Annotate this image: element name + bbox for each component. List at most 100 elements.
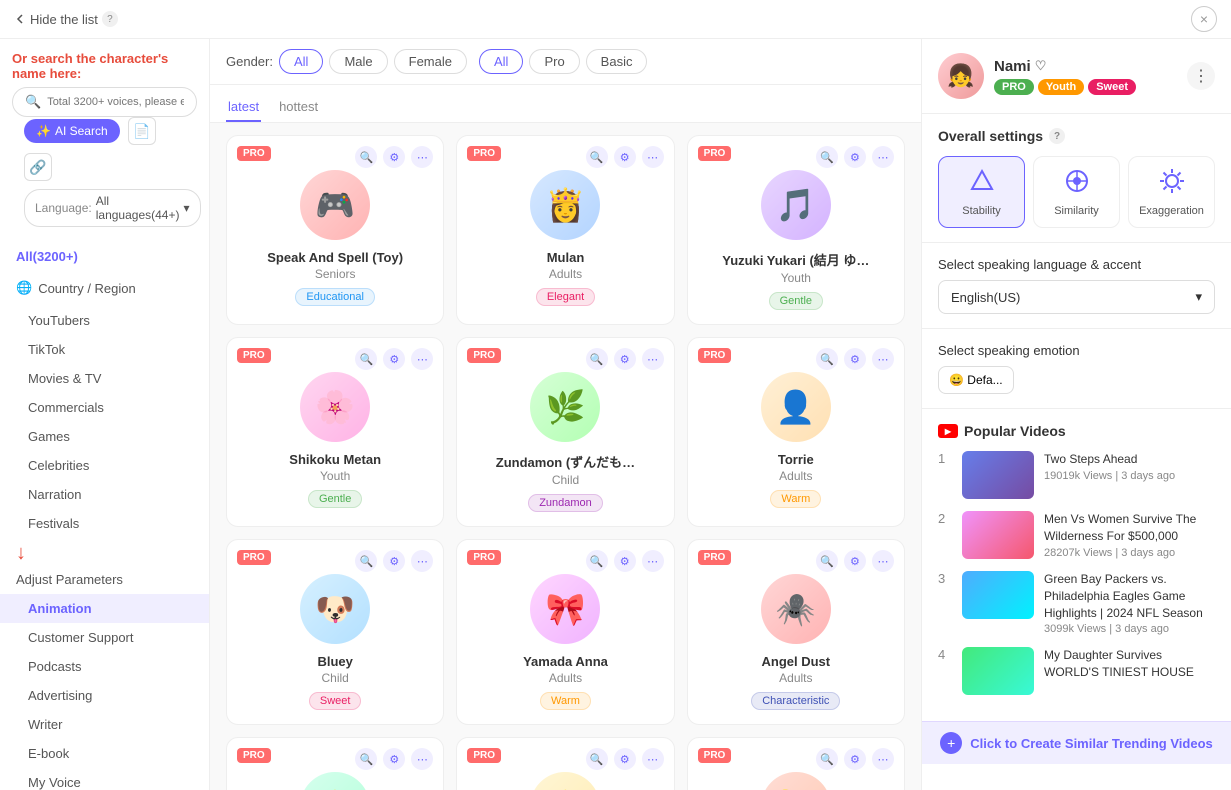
gender-male-btn[interactable]: Male (329, 49, 387, 74)
sidebar-item-animation[interactable]: Animation (0, 594, 209, 623)
search-voice-icon[interactable]: 🔍 (816, 748, 838, 770)
tab-hottest[interactable]: hottest (277, 93, 320, 122)
search-voice-icon[interactable]: 🔍 (355, 146, 377, 168)
language-dropdown[interactable]: English(US) ▾ (938, 280, 1215, 314)
settings-voice-icon[interactable]: ⚙ (383, 550, 405, 572)
pro-tag: PRO (994, 79, 1034, 95)
more-voice-icon[interactable]: ⋯ (872, 348, 894, 370)
stability-option[interactable]: Stability (938, 156, 1025, 228)
settings-help-icon[interactable]: ? (1049, 128, 1065, 144)
more-voice-icon[interactable]: ⋯ (642, 748, 664, 770)
more-voice-icon[interactable]: ⋯ (872, 748, 894, 770)
search-voice-icon[interactable]: 🔍 (816, 146, 838, 168)
video-item[interactable]: 4 My Daughter Survives WORLD'S TINIEST H… (938, 647, 1215, 695)
sidebar-item-commercials[interactable]: Commercials (0, 393, 209, 422)
video-item[interactable]: 1 Two Steps Ahead 19019k Views | 3 days … (938, 451, 1215, 499)
settings-voice-icon[interactable]: ⚙ (383, 146, 405, 168)
settings-voice-icon[interactable]: ⚙ (844, 146, 866, 168)
more-voice-icon[interactable]: ⋯ (411, 146, 433, 168)
voice-card[interactable]: PRO 🔍 ⚙ ⋯ 🎵 Yuzuki Yukari (結月 ゆ… Youth G… (687, 135, 905, 325)
search-voice-icon[interactable]: 🔍 (816, 550, 838, 572)
settings-voice-icon[interactable]: ⚙ (614, 550, 636, 572)
sidebar-country-header[interactable]: 🌐 Country / Region (0, 274, 209, 302)
sidebar-item-games[interactable]: Games (0, 422, 209, 451)
search-voice-icon[interactable]: 🔍 (586, 146, 608, 168)
settings-voice-icon[interactable]: ⚙ (614, 348, 636, 370)
sidebar-item-customer-support[interactable]: Customer Support (0, 623, 209, 652)
sidebar-item-e-book[interactable]: E-book (0, 739, 209, 768)
settings-voice-icon[interactable]: ⚙ (844, 348, 866, 370)
voice-card[interactable]: PRO 🔍 ⚙ ⋯ 👸 Mulan Adults Elegant (456, 135, 674, 325)
voice-card[interactable]: PRO 🔍 ⚙ ⋯ 🌸 Shikoku Metan Youth Gentle (226, 337, 444, 527)
globe-icon: 🌐 (16, 280, 32, 296)
sidebar-item-all[interactable]: All(3200+) (0, 243, 209, 270)
settings-voice-icon[interactable]: ⚙ (844, 550, 866, 572)
more-voice-icon[interactable]: ⋯ (872, 146, 894, 168)
type-all-btn[interactable]: All (479, 49, 523, 74)
sidebar-item-advertising[interactable]: Advertising (0, 681, 209, 710)
search-voice-icon[interactable]: 🔍 (586, 348, 608, 370)
exaggeration-option[interactable]: Exaggeration (1128, 156, 1215, 228)
sidebar-item-writer[interactable]: Writer (0, 710, 209, 739)
sidebar-item-festivals[interactable]: Festivals (0, 509, 209, 538)
close-button[interactable]: × (1191, 6, 1217, 32)
voice-card[interactable]: PRO 🔍 ⚙ ⋯ ⭐ Voice 10 Youth Gentle (226, 737, 444, 790)
language-selector[interactable]: Language: All languages(44+) ▾ (24, 189, 201, 227)
voice-card[interactable]: PRO 🔍 ⚙ ⋯ 🕷️ Angel Dust Adults Character… (687, 539, 905, 725)
search-voice-icon[interactable]: 🔍 (355, 748, 377, 770)
document-icon-btn[interactable]: 📄 (128, 117, 156, 145)
hide-list-label: Hide the list (30, 12, 98, 27)
video-item[interactable]: 2 Men Vs Women Survive The Wilderness Fo… (938, 511, 1215, 559)
more-voice-icon[interactable]: ⋯ (642, 146, 664, 168)
settings-voice-icon[interactable]: ⚙ (614, 146, 636, 168)
sidebar-item-celebrities[interactable]: Celebrities (0, 451, 209, 480)
gender-all-btn[interactable]: All (279, 49, 323, 74)
search-voice-icon[interactable]: 🔍 (586, 748, 608, 770)
voice-card[interactable]: PRO 🔍 ⚙ ⋯ 🌿 Zundamon (ずんだも… Child Zundam… (456, 337, 674, 527)
sidebar-item-tiktok[interactable]: TikTok (0, 335, 209, 364)
settings-voice-icon[interactable]: ⚙ (383, 348, 405, 370)
tab-latest[interactable]: latest (226, 93, 261, 122)
hide-list-btn[interactable]: Hide the list ? (14, 11, 118, 27)
create-trending-btn[interactable]: + Click to Create Similar Trending Video… (922, 721, 1231, 764)
more-voice-icon[interactable]: ⋯ (411, 748, 433, 770)
more-voice-icon[interactable]: ⋯ (411, 550, 433, 572)
link-icon-btn[interactable]: 🔗 (24, 153, 52, 181)
sidebar-item-my-voice[interactable]: My Voice (0, 768, 209, 790)
search-voice-icon[interactable]: 🔍 (355, 550, 377, 572)
voice-card[interactable]: PRO 🔍 ⚙ ⋯ 💫 Voice 12 Youth Sweet (687, 737, 905, 790)
settings-voice-icon[interactable]: ⚙ (383, 748, 405, 770)
sidebar-item-youtubers[interactable]: YouTubers (0, 306, 209, 335)
search-input[interactable] (47, 96, 184, 108)
voice-card[interactable]: PRO 🔍 ⚙ ⋯ 🎮 Speak And Spell (Toy) Senior… (226, 135, 444, 325)
heart-icon[interactable]: ♡ (1035, 58, 1047, 74)
sidebar-item-narration[interactable]: Narration (0, 480, 209, 509)
gender-female-btn[interactable]: Female (394, 49, 467, 74)
lang-value: All languages(44+) (96, 194, 180, 222)
more-voice-icon[interactable]: ⋯ (642, 550, 664, 572)
settings-voice-icon[interactable]: ⚙ (844, 748, 866, 770)
type-basic-btn[interactable]: Basic (586, 49, 648, 74)
similarity-option[interactable]: Similarity (1033, 156, 1120, 228)
settings-voice-icon[interactable]: ⚙ (614, 748, 636, 770)
more-voice-icon[interactable]: ⋯ (872, 550, 894, 572)
ai-search-button[interactable]: ✨ AI Search (24, 119, 120, 143)
help-icon[interactable]: ? (102, 11, 118, 27)
search-voice-icon[interactable]: 🔍 (355, 348, 377, 370)
search-voice-icon[interactable]: 🔍 (586, 550, 608, 572)
sidebar-item-adjust-params[interactable]: Adjust Parameters (0, 565, 209, 594)
more-voice-icon[interactable]: ⋯ (411, 348, 433, 370)
more-options-btn[interactable]: ⋮ (1187, 62, 1215, 90)
search-voice-icon[interactable]: 🔍 (816, 348, 838, 370)
sidebar-item-movies-tv[interactable]: Movies & TV (0, 364, 209, 393)
voice-card[interactable]: PRO 🔍 ⚙ ⋯ 👤 Torrie Adults Warm (687, 337, 905, 527)
more-voice-icon[interactable]: ⋯ (642, 348, 664, 370)
default-emotion-btn[interactable]: 😀 Defa... (938, 366, 1014, 394)
voice-card[interactable]: PRO 🔍 ⚙ ⋯ 🎀 Yamada Anna Adults Warm (456, 539, 674, 725)
video-item[interactable]: 3 Green Bay Packers vs. Philadelphia Eag… (938, 571, 1215, 635)
sidebar-item-podcasts[interactable]: Podcasts (0, 652, 209, 681)
card-actions: 🔍 ⚙ ⋯ (355, 348, 433, 370)
voice-card[interactable]: PRO 🔍 ⚙ ⋯ 🌟 Voice 11 Adults Warm (456, 737, 674, 790)
type-pro-btn[interactable]: Pro (529, 49, 579, 74)
voice-card[interactable]: PRO 🔍 ⚙ ⋯ 🐶 Bluey Child Sweet (226, 539, 444, 725)
